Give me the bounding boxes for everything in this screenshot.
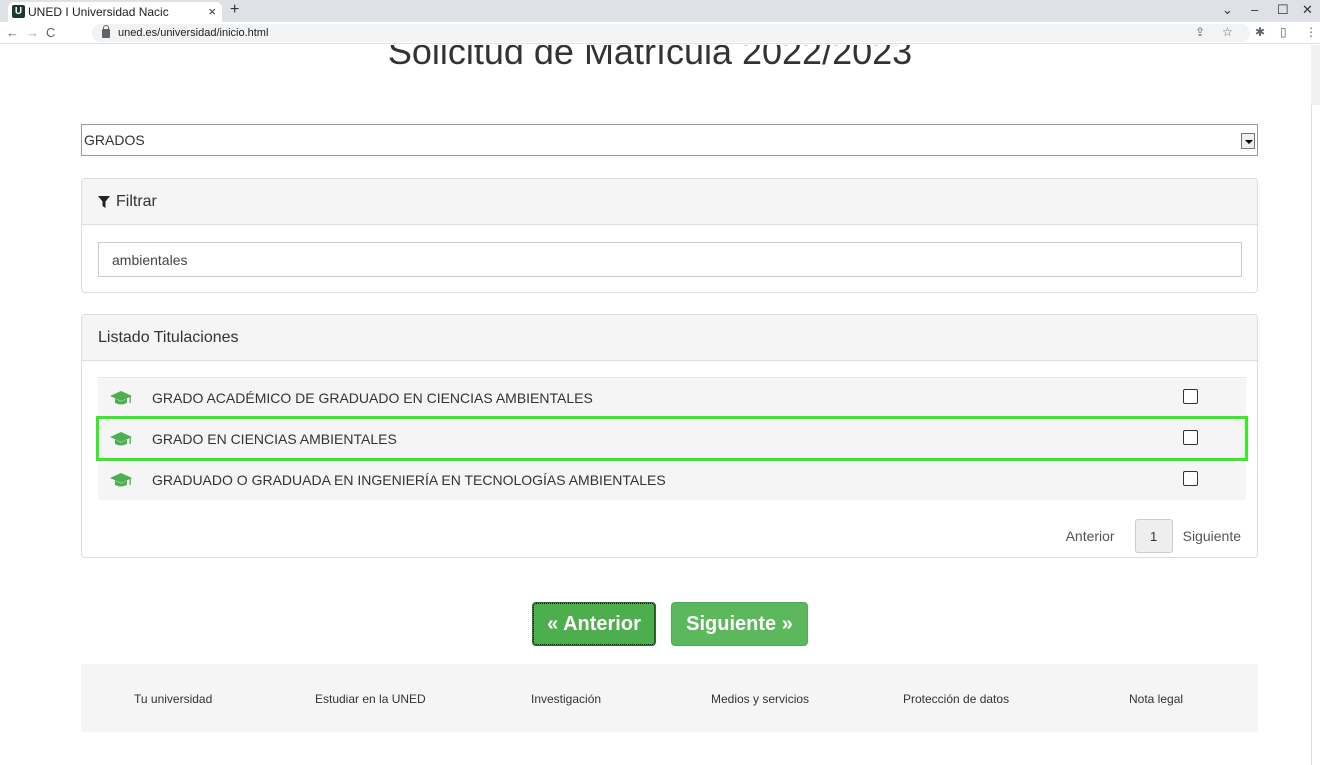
browser-tab-bar: U UNED I Universidad Nacic × + ⌄ – ☐ ✕ xyxy=(0,0,1320,22)
degrees-list: GRADO ACADÉMICO DE GRADUADO EN CIENCIAS … xyxy=(96,377,1248,500)
filter-heading-label: Filtrar xyxy=(116,192,157,210)
graduation-cap-icon xyxy=(110,472,132,488)
footer-link-estudiar[interactable]: Estudiar en la UNED xyxy=(315,692,426,706)
bookmark-star-icon[interactable]: ☆ xyxy=(1222,25,1233,39)
filter-icon xyxy=(98,195,110,208)
minimize-button[interactable]: – xyxy=(1251,2,1258,17)
graduation-cap-icon xyxy=(110,390,132,406)
degree-checkbox[interactable] xyxy=(1183,430,1198,445)
degree-label: GRADO EN CIENCIAS AMBIENTALES xyxy=(152,431,397,447)
tab-search-icon[interactable]: ⌄ xyxy=(1222,2,1233,18)
side-panel-icon[interactable]: ▯ xyxy=(1280,25,1287,39)
filter-input-value: ambientales xyxy=(112,251,188,268)
lock-icon xyxy=(102,24,110,38)
back-icon[interactable]: ← xyxy=(6,25,19,40)
extensions-icon[interactable]: ✱ xyxy=(1255,25,1265,39)
pagination-page-1[interactable]: 1 xyxy=(1134,519,1173,553)
pagination-next-link[interactable]: Siguiente xyxy=(1183,528,1241,544)
graduation-cap-icon xyxy=(110,431,132,447)
footer-link-tu-universidad[interactable]: Tu universidad xyxy=(134,692,212,706)
scrollbar-thumb[interactable] xyxy=(1311,105,1320,765)
degree-label: GRADO ACADÉMICO DE GRADUADO EN CIENCIAS … xyxy=(152,390,593,406)
footer-link-medios[interactable]: Medios y servicios xyxy=(711,692,809,706)
url-text: uned.es/universidad/inicio.html xyxy=(118,27,269,39)
browser-tab[interactable]: U UNED I Universidad Nacic × xyxy=(8,2,222,22)
filter-panel-heading: Filtrar xyxy=(82,179,1257,225)
maximize-button[interactable]: ☐ xyxy=(1277,2,1289,18)
degrees-panel-heading: Listado Titulaciones xyxy=(82,315,1257,361)
list-item[interactable]: GRADUADO O GRADUADA EN INGENIERÍA EN TEC… xyxy=(98,459,1246,500)
previous-step-button[interactable]: « Anterior xyxy=(532,602,656,646)
reload-icon[interactable]: C xyxy=(46,25,55,40)
filter-input[interactable]: ambientales xyxy=(98,242,1242,277)
share-icon[interactable]: ⇪ xyxy=(1195,25,1205,39)
tab-title: UNED I Universidad Nacic xyxy=(28,5,169,19)
list-item[interactable]: GRADO ACADÉMICO DE GRADUADO EN CIENCIAS … xyxy=(98,377,1246,418)
degrees-panel: Listado Titulaciones GRADO ACADÉMICO DE … xyxy=(81,314,1258,558)
menu-icon[interactable]: ⋮ xyxy=(1305,25,1317,39)
filter-panel: Filtrar ambientales xyxy=(81,178,1258,293)
footer-link-investigacion[interactable]: Investigación xyxy=(531,692,601,706)
dropdown-arrow-icon[interactable] xyxy=(1241,133,1255,149)
degree-checkbox[interactable] xyxy=(1183,389,1198,404)
pagination: Anterior 1 Siguiente xyxy=(1066,519,1241,553)
address-bar: ← → C uned.es/universidad/inicio.html ⇪ … xyxy=(0,22,1320,44)
tab-close-icon[interactable]: × xyxy=(208,4,216,19)
study-type-select[interactable]: GRADOS xyxy=(81,124,1258,156)
url-field[interactable]: uned.es/universidad/inicio.html xyxy=(92,24,1250,42)
forward-icon[interactable]: → xyxy=(26,25,39,40)
list-item[interactable]: GRADO EN CIENCIAS AMBIENTALES xyxy=(96,416,1248,461)
degree-checkbox[interactable] xyxy=(1183,471,1198,486)
study-type-value: GRADOS xyxy=(84,132,145,148)
page-title: Solicitud de Matrícula 2022/2023 xyxy=(387,45,913,72)
footer-link-nota-legal[interactable]: Nota legal xyxy=(1129,692,1183,706)
pagination-prev-link[interactable]: Anterior xyxy=(1066,528,1115,544)
degrees-heading-label: Listado Titulaciones xyxy=(98,328,239,346)
new-tab-button[interactable]: + xyxy=(230,1,239,19)
degree-label: GRADUADO O GRADUADA EN INGENIERÍA EN TEC… xyxy=(152,472,666,488)
close-window-button[interactable]: ✕ xyxy=(1302,2,1313,18)
next-step-button[interactable]: Siguiente » xyxy=(671,602,808,646)
uned-favicon-icon: U xyxy=(12,5,25,18)
footer-link-proteccion[interactable]: Protección de datos xyxy=(903,692,1009,706)
footer: Tu universidad Estudiar en la UNED Inves… xyxy=(81,664,1258,732)
scrollbar[interactable] xyxy=(1311,45,1320,765)
